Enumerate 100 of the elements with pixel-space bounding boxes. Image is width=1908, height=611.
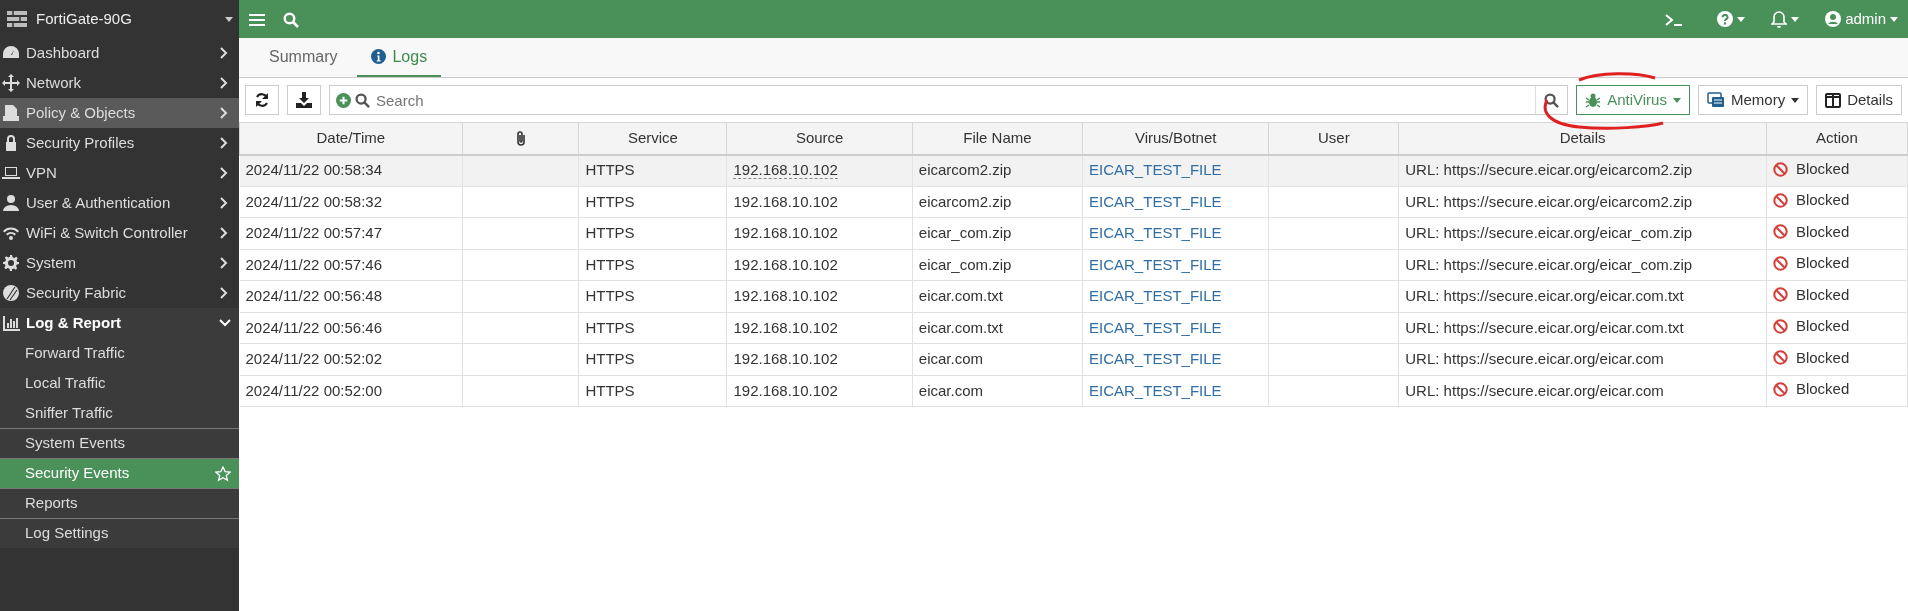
table-cell: eicar.com.txt bbox=[912, 312, 1083, 344]
table-cell: HTTPS bbox=[578, 312, 727, 344]
column-header[interactable]: Date/Time bbox=[239, 122, 463, 155]
sidebar-item[interactable]: Security Fabric bbox=[0, 278, 239, 308]
table-cell: URL: https://secure.eicar.org/eicar_com.zip bbox=[1398, 249, 1767, 281]
caret-icon bbox=[1791, 97, 1800, 103]
column-header[interactable] bbox=[462, 122, 579, 155]
table-cell: URL: https://secure.eicar.org/eicar.com bbox=[1398, 375, 1767, 407]
column-header[interactable]: File Name bbox=[912, 122, 1083, 155]
help-button[interactable] bbox=[1717, 11, 1746, 27]
blocked-icon bbox=[1772, 318, 1788, 334]
table-cell: HTTPS bbox=[578, 249, 727, 281]
column-header[interactable]: Service bbox=[578, 122, 727, 155]
columns-icon bbox=[1825, 92, 1842, 108]
user-circle-icon bbox=[1825, 11, 1842, 27]
blocked-icon bbox=[1772, 161, 1788, 177]
sidebar-subitem[interactable]: Security Events bbox=[0, 458, 239, 488]
table-cell: 2024/11/22 00:52:00 bbox=[239, 375, 463, 407]
virus-link[interactable]: EICAR_TEST_FILE bbox=[1089, 381, 1222, 399]
database-icon bbox=[1706, 92, 1725, 108]
sidebar-item[interactable]: User & Authentication bbox=[0, 188, 239, 218]
refresh-icon bbox=[254, 92, 270, 108]
blocked-icon bbox=[1772, 381, 1788, 397]
sidebar-subitem[interactable]: Log Settings bbox=[0, 518, 239, 548]
table-cell: URL: https://secure.eicar.org/eicar.com bbox=[1398, 343, 1767, 375]
sidebar-item[interactable]: WiFi & Switch Controller bbox=[0, 218, 239, 248]
table-cell: HTTPS bbox=[578, 217, 727, 249]
star-icon bbox=[215, 465, 231, 482]
virus-link[interactable]: EICAR_TEST_FILE bbox=[1089, 255, 1222, 273]
download-button[interactable] bbox=[287, 85, 321, 115]
virus-link[interactable]: EICAR_TEST_FILE bbox=[1089, 350, 1222, 367]
filter-dropdown[interactable]: Memory bbox=[1697, 85, 1809, 115]
table-cell: HTTPS bbox=[578, 186, 727, 218]
source-address: 192.168.10.102 bbox=[733, 318, 838, 336]
table-cell: URL: https://secure.eicar.org/eicarcom2.zip bbox=[1398, 154, 1767, 186]
table-cell: HTTPS bbox=[578, 154, 727, 186]
table-cell: URL: https://secure.eicar.org/eicar.com.txt bbox=[1398, 312, 1767, 344]
source-address: 192.168.10.102 bbox=[733, 287, 838, 304]
sidebar-subitem[interactable]: Reports bbox=[0, 488, 239, 518]
device-name: FortiGate-90G bbox=[36, 8, 133, 29]
caret-icon bbox=[225, 16, 233, 22]
action-status: Blocked bbox=[1772, 220, 1850, 244]
table-cell: 2024/11/22 00:52:02 bbox=[239, 343, 463, 375]
terminal-icon bbox=[1665, 12, 1684, 27]
virus-link[interactable]: EICAR_TEST_FILE bbox=[1089, 192, 1222, 210]
table-cell: 2024/11/22 00:57:46 bbox=[239, 249, 463, 281]
table-cell: URL: https://secure.eicar.org/eicarcom2.zip bbox=[1398, 186, 1767, 218]
sidebar-item[interactable]: Dashboard bbox=[0, 38, 239, 68]
column-header[interactable]: Source bbox=[727, 122, 913, 155]
source-address: 192.168.10.102 bbox=[733, 161, 838, 180]
blocked-icon bbox=[1772, 287, 1788, 303]
sidebar-item[interactable]: VPN bbox=[0, 158, 239, 188]
column-header[interactable]: Action bbox=[1766, 122, 1908, 155]
user-menu-button[interactable]: admin bbox=[1825, 7, 1898, 31]
sidebar-item[interactable]: Network bbox=[0, 68, 239, 98]
gear-icon bbox=[2, 254, 20, 272]
filter-dropdown[interactable]: AntiVirus bbox=[1576, 85, 1690, 115]
virus-link[interactable]: EICAR_TEST_FILE bbox=[1089, 318, 1222, 336]
firewall-icon bbox=[6, 9, 28, 29]
table-cell: eicar.com bbox=[912, 343, 1083, 375]
table-cell: HTTPS bbox=[578, 375, 727, 407]
blocked-icon bbox=[1772, 350, 1788, 366]
search-icon bbox=[283, 11, 299, 28]
column-header[interactable]: Virus/Botnet bbox=[1082, 122, 1269, 155]
blocked-icon bbox=[1772, 192, 1788, 208]
add-icon bbox=[336, 92, 351, 108]
column-header[interactable]: User bbox=[1268, 122, 1399, 155]
virus-link[interactable]: EICAR_TEST_FILE bbox=[1089, 224, 1222, 241]
refresh-button[interactable] bbox=[245, 85, 279, 115]
sidebar-subitem[interactable]: Local Traffic bbox=[0, 368, 239, 398]
caret-icon bbox=[1672, 97, 1681, 103]
sidebar-item[interactable]: Security Profiles bbox=[0, 128, 239, 158]
chevron-down-icon bbox=[219, 317, 231, 329]
notifications-button[interactable] bbox=[1771, 10, 1800, 28]
column-header[interactable]: Details bbox=[1398, 122, 1767, 155]
action-status: Blocked bbox=[1772, 252, 1850, 275]
move-arrows-icon bbox=[2, 74, 20, 92]
action-status: Blocked bbox=[1772, 189, 1850, 212]
bar-chart-icon bbox=[2, 314, 20, 332]
action-status: Blocked bbox=[1772, 378, 1850, 401]
details-button[interactable]: Details bbox=[1816, 85, 1902, 115]
table-cell: URL: https://secure.eicar.org/eicar_com.zip bbox=[1398, 217, 1767, 249]
sidebar-item[interactable]: Policy & Objects bbox=[0, 98, 239, 128]
sidebar-item[interactable]: System bbox=[0, 248, 239, 278]
source-address: 192.168.10.102 bbox=[733, 350, 838, 367]
blocked-icon bbox=[1772, 255, 1788, 271]
table-cell: 2024/11/22 00:56:46 bbox=[239, 312, 463, 344]
sidebar-subitem[interactable]: Sniffer Traffic bbox=[0, 398, 239, 428]
sidebar-item[interactable]: Log & Report bbox=[0, 308, 239, 338]
action-status: Blocked bbox=[1772, 157, 1850, 181]
tab[interactable]: Logs bbox=[357, 38, 442, 77]
virus-link[interactable]: EICAR_TEST_FILE bbox=[1089, 287, 1222, 304]
action-status: Blocked bbox=[1772, 315, 1850, 338]
table-cell: eicar_com.zip bbox=[912, 217, 1083, 249]
source-address: 192.168.10.102 bbox=[733, 255, 838, 273]
table-cell: eicarcom2.zip bbox=[912, 154, 1083, 186]
sidebar-subitem[interactable]: System Events bbox=[0, 428, 239, 458]
tab[interactable]: Summary bbox=[255, 38, 352, 77]
action-status: Blocked bbox=[1772, 283, 1850, 307]
sidebar-subitem[interactable]: Forward Traffic bbox=[0, 338, 239, 368]
